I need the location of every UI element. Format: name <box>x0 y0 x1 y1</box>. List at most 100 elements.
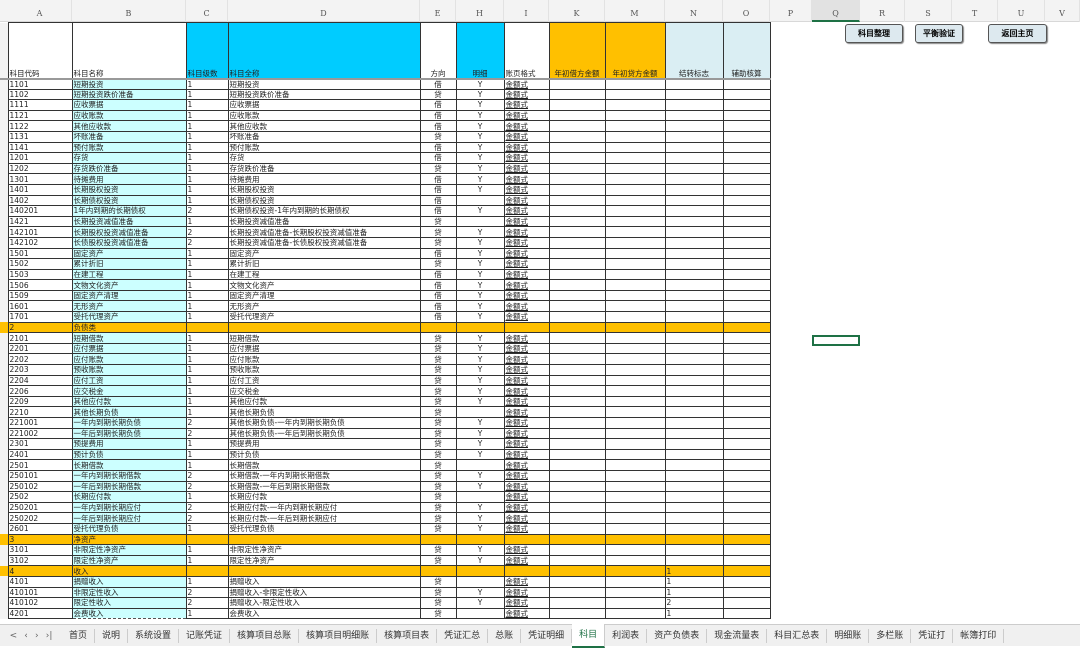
direction-cell[interactable]: 贷 <box>419 258 457 270</box>
initial-credit-cell[interactable] <box>604 459 666 471</box>
row-header[interactable] <box>0 449 8 460</box>
initial-debit-cell[interactable] <box>548 607 606 620</box>
ledger-format-cell[interactable]: 金额式 <box>503 491 550 503</box>
column-header-Q[interactable]: Q <box>812 0 860 22</box>
ledger-format-cell[interactable]: 金额式 <box>503 88 550 101</box>
account-level-cell[interactable]: 2 <box>185 501 229 514</box>
aux-accounting-cell[interactable] <box>722 268 771 281</box>
carry-flag-cell[interactable] <box>664 353 724 366</box>
initial-credit-cell[interactable] <box>604 491 666 503</box>
account-level-cell[interactable]: 1 <box>185 438 229 450</box>
account-full-name-cell[interactable]: 捐赠收入-非限定性收入 <box>227 586 421 599</box>
initial-credit-cell[interactable] <box>604 427 666 440</box>
detail-flag-cell[interactable]: Y <box>455 258 505 270</box>
aux-accounting-cell[interactable] <box>722 480 771 493</box>
account-level-cell[interactable]: 2 <box>185 226 229 238</box>
account-full-name-cell[interactable]: 预收账款 <box>227 364 421 376</box>
account-code-cell[interactable]: 2203 <box>7 364 73 376</box>
initial-credit-cell[interactable] <box>604 597 666 609</box>
initial-debit-cell[interactable] <box>548 300 606 313</box>
ledger-format-cell[interactable]: 金额式 <box>503 438 550 450</box>
account-level-cell[interactable] <box>185 321 229 334</box>
carry-flag-cell[interactable] <box>664 120 724 132</box>
account-name-cell[interactable]: 预计负债 <box>71 448 187 461</box>
initial-credit-cell[interactable] <box>604 501 666 514</box>
account-level-cell[interactable]: 1 <box>185 300 229 313</box>
row-header[interactable] <box>0 89 8 100</box>
account-code-cell[interactable]: 250201 <box>7 501 73 514</box>
aux-accounting-cell[interactable] <box>722 194 771 207</box>
direction-cell[interactable]: 贷 <box>419 575 457 588</box>
sheet-tab[interactable]: 凭证打 <box>911 628 954 643</box>
initial-credit-cell[interactable] <box>604 385 666 397</box>
sheet-tab[interactable]: 科目 <box>572 623 606 648</box>
initial-debit-cell[interactable] <box>548 459 606 471</box>
account-code-cell[interactable]: 410102 <box>7 597 73 609</box>
aux-accounting-cell[interactable] <box>722 88 771 101</box>
direction-cell[interactable]: 贷 <box>419 469 457 482</box>
detail-flag-cell[interactable]: Y <box>455 226 505 238</box>
ledger-format-cell[interactable]: 金额式 <box>503 459 550 471</box>
account-full-name-cell[interactable]: 捐赠收入 <box>227 575 421 588</box>
initial-credit-cell[interactable] <box>604 120 666 132</box>
account-level-cell[interactable]: 1 <box>185 215 229 228</box>
account-full-name-cell[interactable]: 非限定性净资产 <box>227 544 421 556</box>
row-header[interactable] <box>0 142 8 153</box>
carry-flag-cell[interactable] <box>664 522 724 535</box>
account-code-cell[interactable]: 250202 <box>7 512 73 524</box>
row-header[interactable] <box>0 120 8 132</box>
sheet-tab[interactable]: 利润表 <box>605 628 648 643</box>
initial-debit-cell[interactable] <box>548 173 606 185</box>
carry-flag-cell[interactable] <box>664 406 724 418</box>
initial-debit-cell[interactable] <box>548 597 606 609</box>
sheet-tab[interactable]: 系统设置 <box>128 628 180 643</box>
account-level-cell[interactable]: 1 <box>185 385 229 397</box>
account-full-name-cell[interactable]: 其他长期负债-一年内到期长期负债 <box>227 417 421 429</box>
detail-flag-cell[interactable] <box>455 459 505 471</box>
aux-accounting-cell[interactable] <box>722 512 771 524</box>
account-code-cell[interactable]: 142102 <box>7 236 73 249</box>
aux-accounting-cell[interactable] <box>722 374 771 387</box>
carry-flag-cell[interactable] <box>664 459 724 471</box>
initial-debit-cell[interactable] <box>548 183 606 196</box>
ledger-format-cell[interactable]: 金额式 <box>503 247 550 260</box>
aux-accounting-cell[interactable] <box>722 533 771 546</box>
aux-accounting-cell[interactable] <box>722 353 771 366</box>
initial-debit-cell[interactable] <box>548 311 606 323</box>
initial-credit-cell[interactable] <box>604 258 666 270</box>
direction-cell[interactable]: 贷 <box>419 522 457 535</box>
direction-cell[interactable]: 贷 <box>419 130 457 143</box>
row-header[interactable] <box>0 523 8 535</box>
row-header[interactable] <box>0 544 8 556</box>
account-level-cell[interactable]: 1 <box>185 342 229 355</box>
initial-credit-cell[interactable] <box>604 289 666 302</box>
account-name-cell[interactable]: 预收账款 <box>71 364 187 376</box>
carry-flag-cell[interactable] <box>664 311 724 323</box>
detail-flag-cell[interactable] <box>455 491 505 503</box>
ledger-format-cell[interactable]: 金额式 <box>503 120 550 132</box>
row-header[interactable] <box>0 364 8 376</box>
initial-credit-cell[interactable] <box>604 236 666 249</box>
initial-debit-cell[interactable] <box>548 480 606 493</box>
carry-flag-cell[interactable] <box>664 173 724 185</box>
account-code-cell[interactable]: 1402 <box>7 194 73 207</box>
carry-flag-cell[interactable]: 1 <box>664 575 724 588</box>
header-K[interactable]: 年初借方金额 <box>548 22 606 80</box>
aux-accounting-cell[interactable] <box>722 215 771 228</box>
account-full-name-cell[interactable]: 坏账准备 <box>227 130 421 143</box>
aux-accounting-cell[interactable] <box>722 438 771 450</box>
aux-accounting-cell[interactable] <box>722 364 771 376</box>
account-name-cell[interactable]: 一年后到期长期应付 <box>71 512 187 524</box>
account-level-cell[interactable]: 2 <box>185 469 229 482</box>
detail-flag-cell[interactable]: Y <box>455 88 505 101</box>
account-level-cell[interactable]: 2 <box>185 417 229 429</box>
account-name-cell[interactable]: 长期债权投资 <box>71 194 187 207</box>
account-name-cell[interactable]: 一年内到期长期应付 <box>71 501 187 514</box>
detail-flag-cell[interactable]: Y <box>455 152 505 164</box>
account-name-cell[interactable]: 固定资产清理 <box>71 289 187 302</box>
ledger-format-cell[interactable]: 金额式 <box>503 258 550 270</box>
account-level-cell[interactable]: 1 <box>185 311 229 323</box>
account-full-name-cell[interactable]: 无形资产 <box>227 300 421 313</box>
initial-debit-cell[interactable] <box>548 78 606 90</box>
row-header[interactable] <box>0 512 8 524</box>
